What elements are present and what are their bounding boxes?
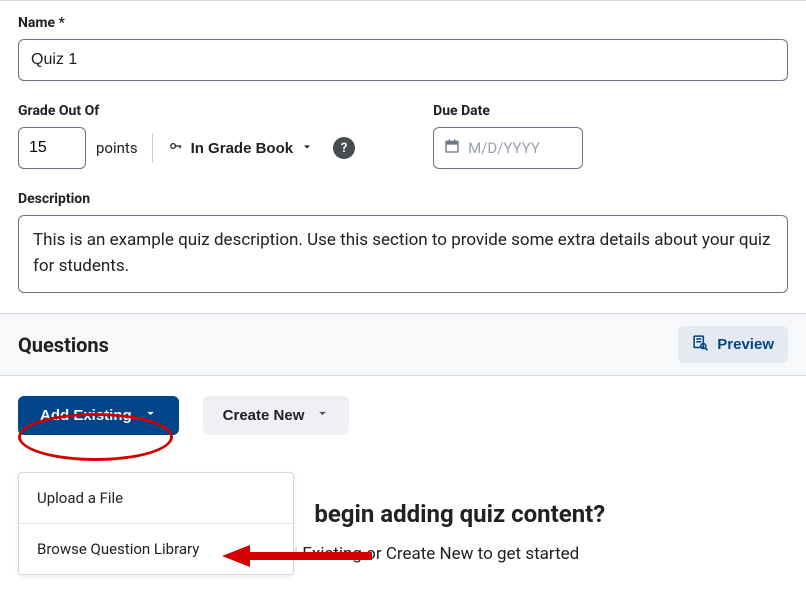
add-existing-menu: Upload a File Browse Question Library [18,472,294,575]
description-input[interactable]: This is an example quiz description. Use… [18,215,788,293]
in-grade-book-dropdown[interactable]: In Grade Book [167,135,316,161]
chevron-down-icon [301,140,313,157]
help-icon[interactable]: ? [333,137,355,159]
create-new-label: Create New [223,407,305,424]
calendar-icon [444,138,460,158]
due-date-label: Due Date [433,103,583,119]
preview-button[interactable]: Preview [678,326,788,363]
grade-label: Grade Out Of [18,103,355,119]
description-label: Description [18,191,788,207]
menu-item-upload-file[interactable]: Upload a File [19,473,293,524]
menu-item-browse-question-library[interactable]: Browse Question Library [19,524,293,574]
chevron-down-icon [144,407,157,424]
name-label: Name * [18,15,788,31]
questions-heading: Questions [18,333,109,357]
add-existing-label: Add Existing [40,407,132,424]
preview-icon [692,334,709,355]
create-new-button[interactable]: Create New [203,396,350,435]
key-icon [169,139,183,157]
preview-label: Preview [717,336,774,353]
chevron-down-icon [316,407,329,424]
name-input[interactable] [18,39,788,81]
grade-input[interactable] [18,127,86,169]
due-date-input[interactable]: M/D/YYYY [433,127,583,169]
divider [152,133,153,163]
gradebook-label: In Grade Book [191,140,294,157]
due-date-placeholder: M/D/YYYY [468,139,540,157]
add-existing-button[interactable]: Add Existing [18,396,179,435]
points-text: points [96,139,138,157]
